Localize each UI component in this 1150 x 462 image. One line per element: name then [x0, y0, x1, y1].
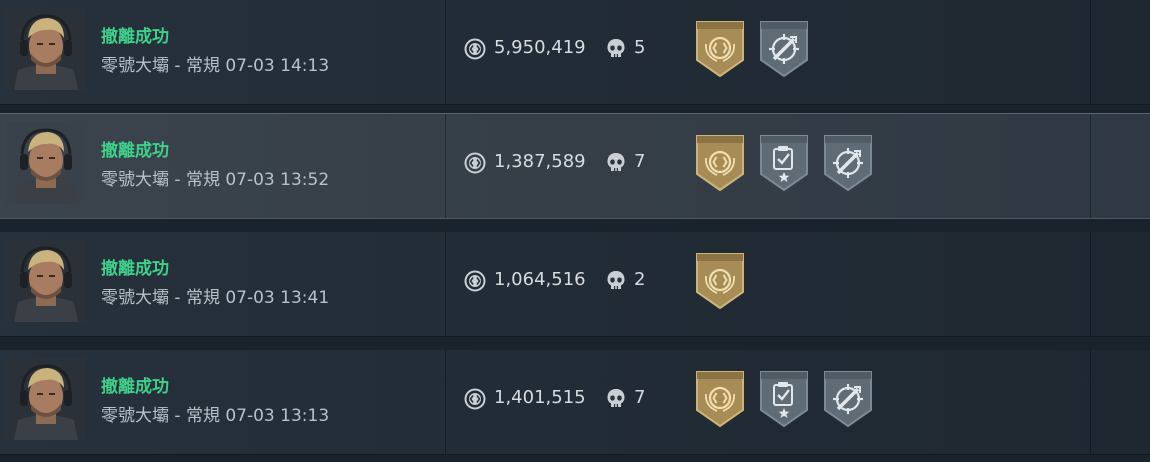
match-history-list: 撤離成功 零號大壩 - 常規 07-03 14:13 5,950,419 5 撤…: [0, 0, 1150, 462]
column-divider: [1090, 232, 1091, 336]
coin-icon: [464, 38, 486, 60]
kill-count: 7: [634, 151, 646, 172]
kill-count: 2: [634, 269, 646, 290]
column-divider: [1090, 350, 1091, 454]
column-divider: [1090, 0, 1091, 104]
skull-icon: [607, 271, 625, 289]
map-mode-time: 零號大壩 - 常規 07-03 13:13: [101, 406, 330, 426]
skull-icon: [607, 39, 625, 57]
skull-icon: [607, 389, 625, 407]
extraction-status: 撤離成功: [101, 377, 169, 397]
extraction-status: 撤離成功: [101, 27, 169, 47]
operator-avatar: [6, 240, 86, 322]
extraction-status: 撤離成功: [101, 259, 169, 279]
column-divider: [445, 232, 446, 336]
column-divider: [445, 114, 446, 218]
match-record-row[interactable]: 撤離成功 零號大壩 - 常規 07-03 14:13 5,950,419 5: [0, 0, 1150, 105]
money-value: 1,401,515: [494, 387, 586, 408]
gold-emblem-badge[interactable]: [695, 134, 745, 192]
money-value: 1,387,589: [494, 151, 586, 172]
kill-count: 5: [634, 37, 646, 58]
targeting-badge[interactable]: [823, 134, 873, 192]
gold-emblem-badge[interactable]: [695, 252, 745, 310]
coin-icon: [464, 270, 486, 292]
checklist-badge[interactable]: [759, 134, 809, 192]
match-record-row[interactable]: 撤離成功 零號大壩 - 常規 07-03 13:41 1,064,516 2: [0, 232, 1150, 337]
operator-avatar: [6, 8, 86, 90]
match-record-row[interactable]: 撤離成功 零號大壩 - 常規 07-03 13:13 1,401,515 7: [0, 350, 1150, 455]
checklist-badge[interactable]: [759, 370, 809, 428]
targeting-badge[interactable]: [823, 370, 873, 428]
money-value: 1,064,516: [494, 269, 586, 290]
operator-avatar: [6, 358, 86, 440]
operator-avatar: [6, 122, 86, 204]
map-mode-time: 零號大壩 - 常規 07-03 14:13: [101, 56, 330, 76]
map-mode-time: 零號大壩 - 常規 07-03 13:52: [101, 170, 330, 190]
map-mode-time: 零號大壩 - 常規 07-03 13:41: [101, 288, 330, 308]
column-divider: [445, 0, 446, 104]
coin-icon: [464, 152, 486, 174]
skull-icon: [607, 153, 625, 171]
extraction-status: 撤離成功: [101, 141, 169, 161]
targeting-badge[interactable]: [759, 20, 809, 78]
gold-emblem-badge[interactable]: [695, 20, 745, 78]
column-divider: [1090, 114, 1091, 218]
match-record-row[interactable]: 撤離成功 零號大壩 - 常規 07-03 13:52 1,387,589 7: [0, 113, 1150, 219]
money-value: 5,950,419: [494, 37, 586, 58]
coin-icon: [464, 388, 486, 410]
kill-count: 7: [634, 387, 646, 408]
column-divider: [445, 350, 446, 454]
gold-emblem-badge[interactable]: [695, 370, 745, 428]
